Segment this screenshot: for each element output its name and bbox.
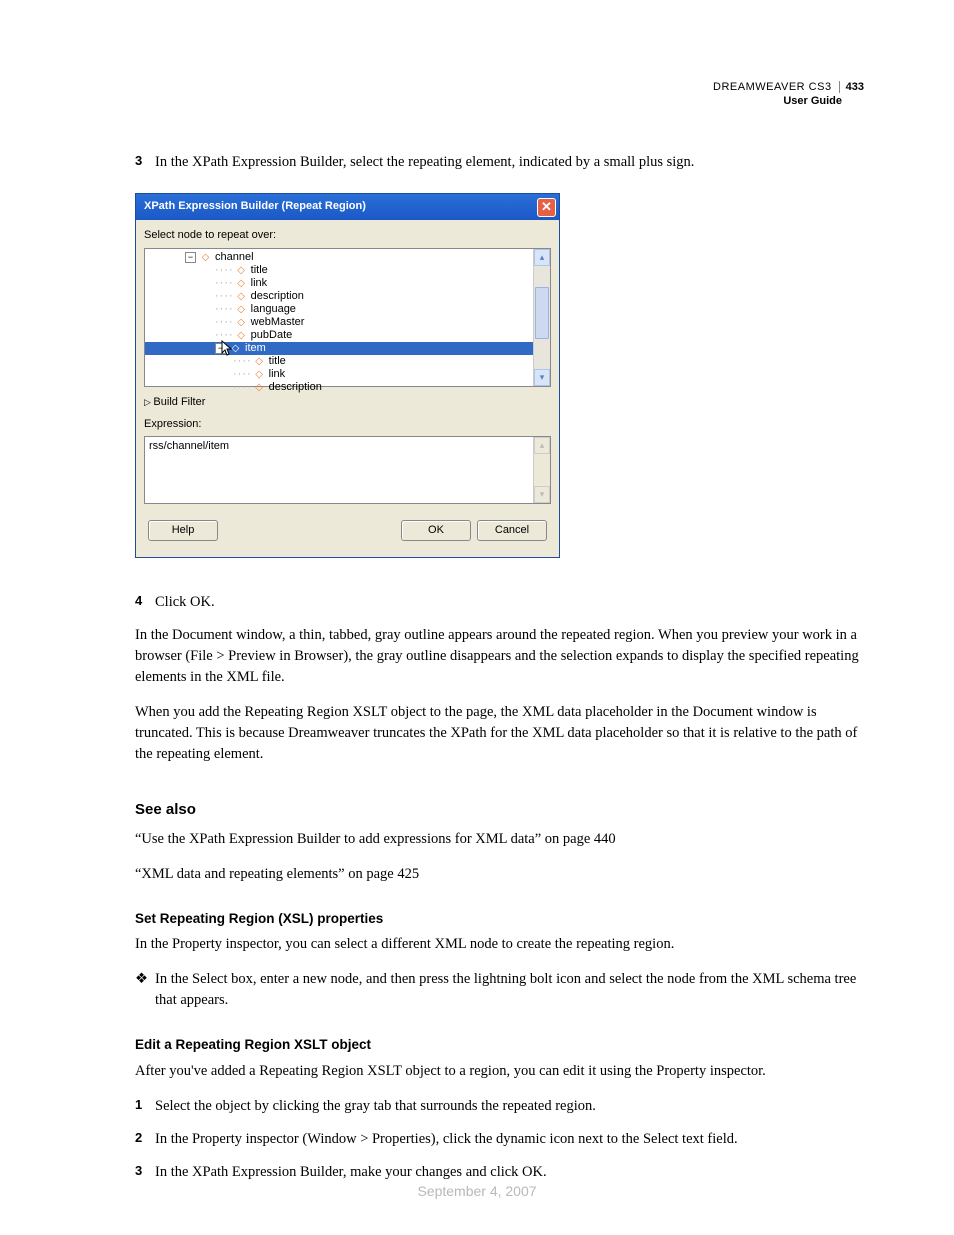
build-filter-toggle[interactable]: Build Filter [144,395,551,411]
expression-value: rss/channel/item [149,440,229,452]
xref-link[interactable]: “Use the XPath Expression Builder to add… [135,829,864,850]
tree-node-item-title[interactable]: ····◇title [145,355,550,368]
step-row: 3 In the XPath Expression Builder, make … [135,1162,864,1183]
scroll-down-icon: ▾ [534,486,550,503]
tree-node-title[interactable]: ····◇title [145,264,550,277]
body-paragraph: In the Document window, a thin, tabbed, … [135,625,864,688]
element-icon: ◇ [236,316,247,329]
product-name: DREAMWEAVER CS3 [713,81,832,93]
footer-date: September 4, 2007 [0,1183,954,1199]
step-number: 2 [135,1129,155,1150]
step-3: 3 In the XPath Expression Builder, selec… [135,152,864,173]
step-row: 1 Select the object by clicking the gray… [135,1096,864,1117]
bullet-text: In the Select box, enter a new node, and… [155,969,864,1011]
step-text: In the XPath Expression Builder, select … [155,152,694,173]
element-icon: ◇ [200,251,211,264]
node-tree[interactable]: − ◇ channel ····◇title ····◇link ····◇de… [144,248,551,387]
body-paragraph: When you add the Repeating Region XSLT o… [135,702,864,765]
scroll-up-icon[interactable]: ▴ [534,249,550,266]
step-text: Click OK. [155,592,215,613]
step-number: 1 [135,1096,155,1117]
xpath-builder-dialog: XPath Expression Builder (Repeat Region)… [135,193,560,558]
page-header: DREAMWEAVER CS3 433 User Guide [713,80,864,109]
element-icon: ◇ [236,303,247,316]
tree-node-link[interactable]: ····◇link [145,277,550,290]
scroll-down-icon[interactable]: ▾ [534,369,550,386]
xref-link[interactable]: “XML data and repeating elements” on pag… [135,864,864,885]
tree-node-item-link[interactable]: ····◇link [145,368,550,381]
body-paragraph: In the Property inspector, you can selec… [135,934,864,955]
ok-button[interactable]: OK [401,520,471,541]
scroll-thumb[interactable] [535,287,549,339]
dialog-titlebar: XPath Expression Builder (Repeat Region)… [136,194,559,220]
tree-node-language[interactable]: ····◇language [145,303,550,316]
dialog-title: XPath Expression Builder (Repeat Region) [144,199,537,215]
tree-node-webmaster[interactable]: ····◇webMaster [145,316,550,329]
expression-textarea[interactable]: rss/channel/item ▴ ▾ [144,436,551,504]
collapse-icon[interactable]: − [185,252,196,263]
element-icon: ◇ [236,290,247,303]
element-icon: ◇ [236,329,247,342]
step-number: 4 [135,592,155,613]
scroll-up-icon: ▴ [534,437,550,454]
bullet-item: ❖ In the Select box, enter a new node, a… [135,969,864,1011]
tree-node-channel[interactable]: − ◇ channel [145,251,550,264]
dialog-prompt: Select node to repeat over: [144,228,551,244]
section-heading: Edit a Repeating Region XSLT object [135,1035,864,1055]
element-icon: ◇ [254,355,265,368]
section-heading: Set Repeating Region (XSL) properties [135,909,864,929]
guide-label: User Guide [713,94,864,108]
step-number: 3 [135,152,155,173]
help-button[interactable]: Help [148,520,218,541]
cancel-button[interactable]: Cancel [477,520,547,541]
page-number: 433 [839,81,864,93]
element-icon: ◇ [236,264,247,277]
element-icon: ◇ [254,368,265,381]
scrollbar: ▴ ▾ [533,437,550,503]
step-text: Select the object by clicking the gray t… [155,1096,596,1117]
step-text: In the XPath Expression Builder, make yo… [155,1162,547,1183]
step-row: 2 In the Property inspector (Window > Pr… [135,1129,864,1150]
step-4: 4 Click OK. [135,592,864,613]
body-paragraph: After you've added a Repeating Region XS… [135,1061,864,1082]
tree-node-item-description[interactable]: ····◇description [145,381,550,394]
see-also-heading: See also [135,799,864,821]
tree-node-description[interactable]: ····◇description [145,290,550,303]
element-icon: ◇ [254,381,265,394]
step-number: 3 [135,1162,155,1183]
close-icon[interactable]: ✕ [537,198,556,217]
tree-node-item[interactable]: − ◇ item [145,342,533,355]
element-icon: ◇ [230,342,241,355]
tree-node-pubdate[interactable]: ····◇pubDate [145,329,550,342]
collapse-icon[interactable]: − [215,343,226,354]
step-text: In the Property inspector (Window > Prop… [155,1129,738,1150]
element-icon: ◇ [236,277,247,290]
expression-label: Expression: [144,417,551,433]
scrollbar[interactable]: ▴ ▾ [533,249,550,386]
bullet-icon: ❖ [135,969,155,1011]
